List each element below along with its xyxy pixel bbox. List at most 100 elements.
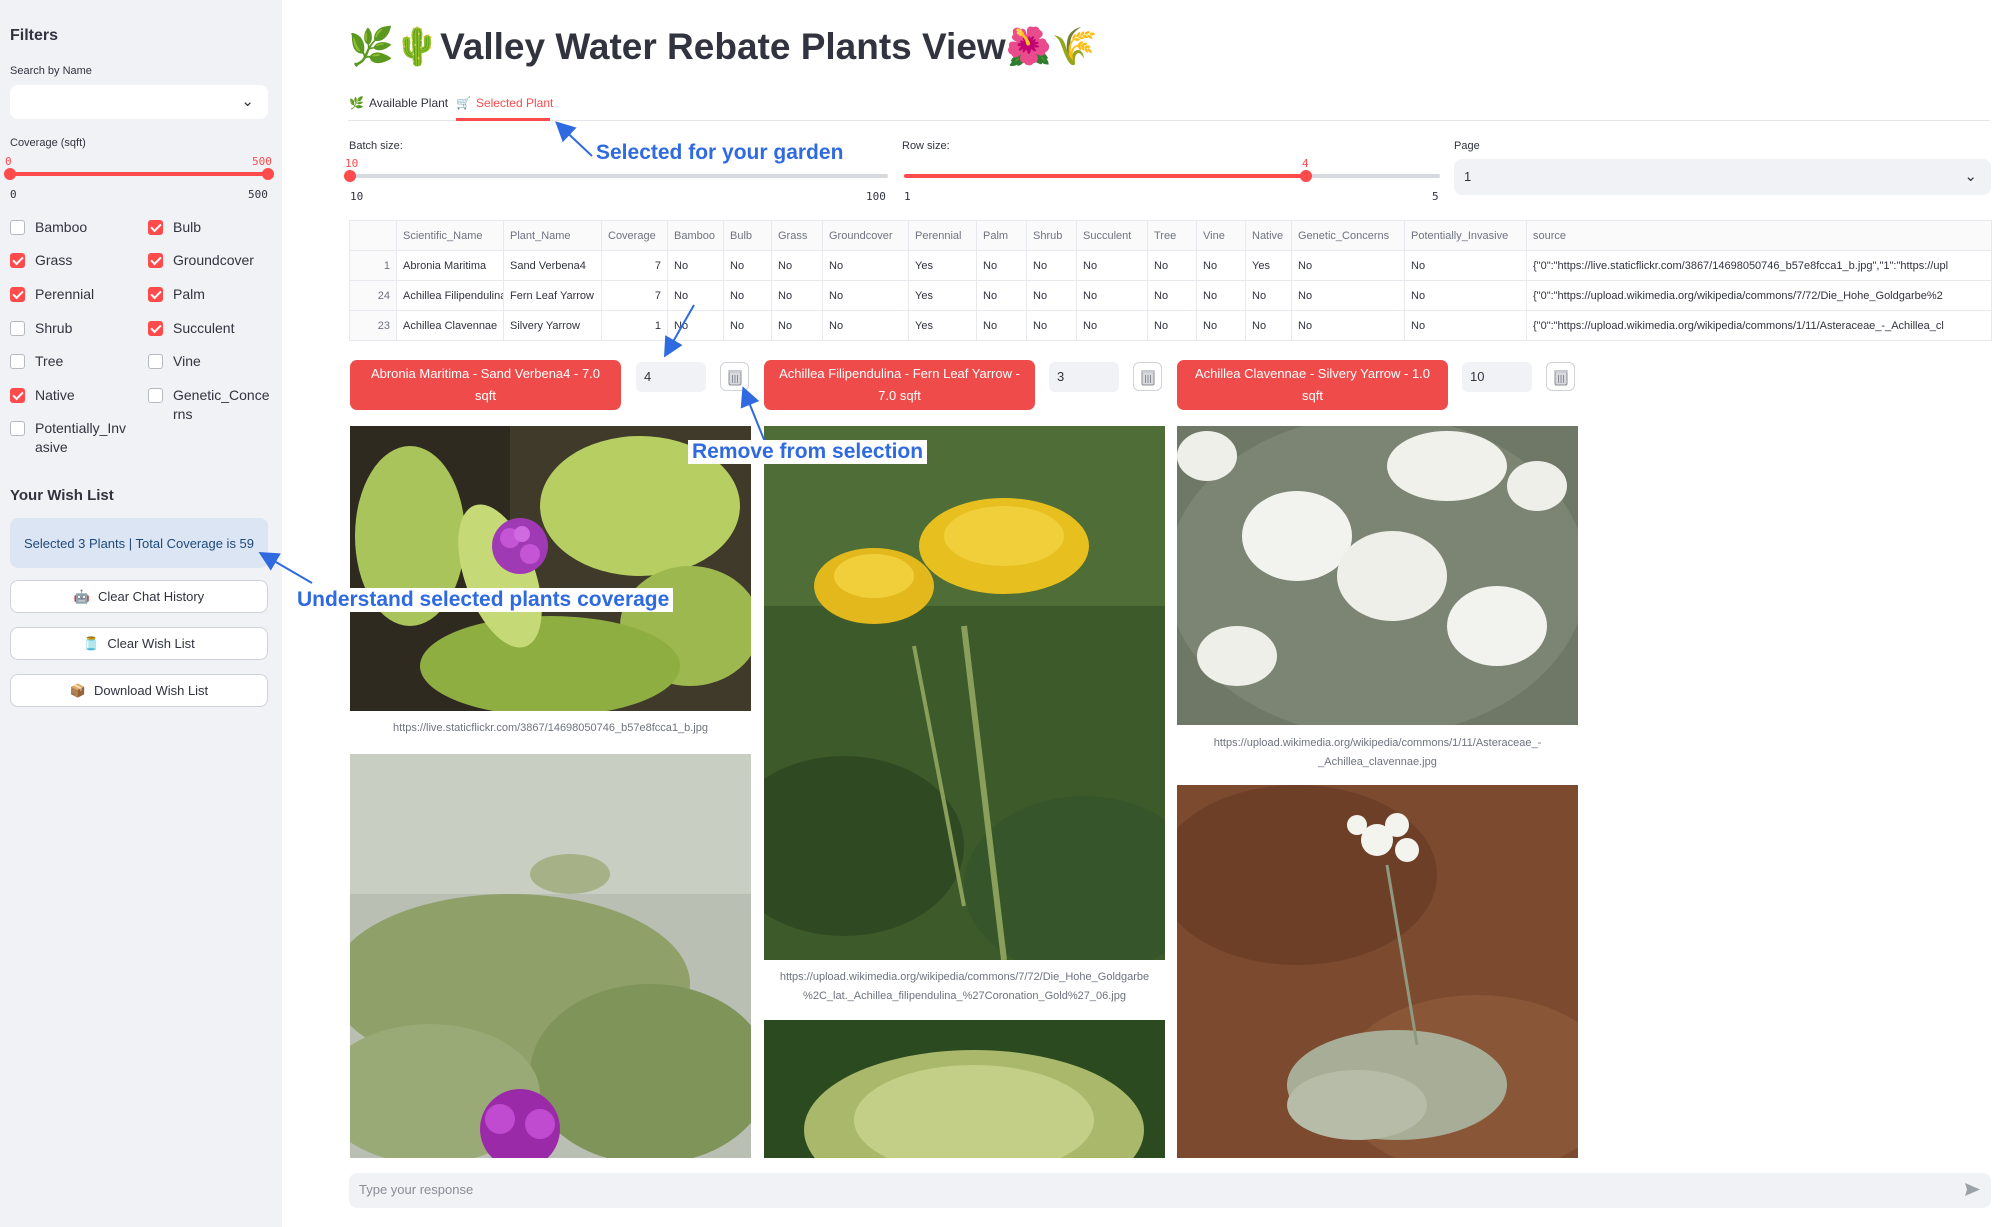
search-select[interactable]: ⌄	[10, 85, 268, 119]
table-cell: No	[723, 250, 772, 281]
column-header[interactable]: Scientific_Name	[396, 220, 504, 251]
table-cell: No	[723, 310, 772, 341]
column-header[interactable]: Succulent	[1076, 220, 1148, 251]
quantity-input[interactable]: 3	[1049, 362, 1119, 392]
table-cell: No	[976, 310, 1027, 341]
coverage-high-value: 500	[252, 155, 272, 168]
checkbox-perennial[interactable]: Perennial	[10, 285, 94, 304]
column-header[interactable]: Tree	[1147, 220, 1197, 251]
checkbox-tree[interactable]: Tree	[10, 352, 63, 371]
tab-available-plant[interactable]: 🌿 Available Plant	[349, 96, 448, 110]
table-cell: 1	[601, 310, 668, 341]
checkbox-label: Native	[35, 387, 75, 403]
checkbox-bamboo[interactable]: Bamboo	[10, 218, 87, 237]
table-cell: No	[771, 280, 823, 311]
table-cell: Yes	[908, 250, 977, 281]
column-header[interactable]: Vine	[1196, 220, 1246, 251]
table-row[interactable]: 23 Achillea Clavennae Silvery Yarrow 1 No No N…	[349, 310, 1992, 341]
coverage-slider-min-handle[interactable]	[4, 168, 16, 180]
table-cell: Fern Leaf Yarrow	[503, 280, 602, 311]
column-header[interactable]: Perennial	[908, 220, 977, 251]
quantity-input[interactable]: 10	[1462, 362, 1532, 392]
clear-chat-history-button[interactable]: 🤖 Clear Chat History	[10, 580, 268, 613]
tab-selected-plant[interactable]: 🛒 Selected Plant	[456, 96, 553, 110]
column-header[interactable]: Palm	[976, 220, 1027, 251]
column-header[interactable]	[349, 220, 397, 251]
trash-icon[interactable]	[720, 362, 749, 391]
column-header[interactable]: source	[1526, 220, 1992, 251]
checkbox-shrub[interactable]: Shrub	[10, 319, 72, 338]
checkbox-succulent[interactable]: Succulent	[148, 319, 234, 338]
checkbox-label: Bamboo	[35, 219, 88, 235]
coverage-low-value: 0	[5, 155, 12, 168]
row-index: 24	[349, 280, 397, 311]
checkbox-checked-icon[interactable]	[10, 287, 25, 302]
row-size-value: 4	[1302, 157, 1309, 170]
plant-image-sand-verbena-2	[350, 754, 751, 1158]
page-select[interactable]: 1 ⌄	[1454, 159, 1991, 195]
checkbox-unchecked-icon[interactable]	[10, 321, 25, 336]
selection-button-achillea-clavennae[interactable]: Achillea Clavennae - Silvery Yarrow - 1.…	[1177, 360, 1448, 410]
column-header[interactable]: Grass	[771, 220, 823, 251]
column-header[interactable]: Plant_Name	[503, 220, 602, 251]
checkbox-unchecked-icon[interactable]	[148, 354, 163, 369]
robot-icon: 🤖	[73, 588, 90, 604]
column-header[interactable]: Groundcover	[822, 220, 909, 251]
column-header[interactable]: Bamboo	[667, 220, 724, 251]
checkbox-label: Shrub	[35, 320, 73, 336]
checkbox-native[interactable]: Native	[10, 386, 75, 405]
selected-plants-table[interactable]: Scientific_Name Plant_Name Coverage Bamboo B…	[349, 220, 1992, 341]
quantity-input[interactable]: 4	[636, 362, 706, 392]
checkbox-palm[interactable]: Palm	[148, 285, 205, 304]
checkbox-unchecked-icon[interactable]	[10, 354, 25, 369]
chat-input[interactable]: Type your response	[359, 1182, 473, 1197]
table-cell: No	[667, 250, 724, 281]
checkbox-checked-icon[interactable]	[10, 253, 25, 268]
checkbox-genetic-concerns[interactable]: Genetic_Conce rns	[148, 386, 270, 424]
checkbox-checked-icon[interactable]	[148, 321, 163, 336]
table-row[interactable]: 1 Abronia Maritima Sand Verbena4 7 No No No No Y…	[349, 250, 1992, 281]
herb-icon: 🌿	[349, 96, 364, 110]
table-cell: No	[1026, 250, 1077, 281]
column-header[interactable]: Potentially_Invasive	[1404, 220, 1527, 251]
download-wish-list-button[interactable]: 📦 Download Wish List	[10, 674, 268, 707]
checkbox-checked-icon[interactable]	[148, 220, 163, 235]
row-size-handle[interactable]	[1300, 170, 1312, 182]
selection-button-abronia[interactable]: Abronia Maritima - Sand Verbena4 - 7.0 s…	[350, 360, 621, 410]
checkbox-vine[interactable]: Vine	[148, 352, 201, 371]
send-icon[interactable]	[1964, 1182, 1981, 1202]
column-header[interactable]: Coverage	[601, 220, 668, 251]
checkbox-unchecked-icon[interactable]	[10, 220, 25, 235]
checkbox-unchecked-icon[interactable]	[148, 388, 163, 403]
plant-image-silvery-yarrow	[1177, 426, 1578, 725]
checkbox-unchecked-icon[interactable]	[10, 421, 25, 436]
checkbox-checked-icon[interactable]	[148, 287, 163, 302]
table-cell: No	[771, 310, 823, 341]
clear-wish-list-button[interactable]: 🫙 Clear Wish List	[10, 627, 268, 660]
table-row[interactable]: 24 Achillea Filipendulina Fern Leaf Yarrow…	[349, 280, 1992, 311]
checkbox-checked-icon[interactable]	[10, 388, 25, 403]
table-cell: Abronia Maritima	[396, 250, 504, 281]
checkbox-potentially-invasive[interactable]: Potentially_Inv asive	[10, 419, 126, 457]
image-caption: https://live.staticflickr.com/3867/14698…	[393, 722, 708, 734]
checkbox-bulb[interactable]: Bulb	[148, 218, 201, 237]
selection-button-achillea-filipendulina[interactable]: Achillea Filipendulina - Fern Leaf Yarro…	[764, 360, 1035, 410]
trash-icon[interactable]	[1133, 362, 1162, 391]
row-size-max: 5	[1432, 190, 1439, 203]
table-cell: No	[1026, 310, 1077, 341]
column-header[interactable]: Shrub	[1026, 220, 1077, 251]
batch-size-handle[interactable]	[344, 170, 356, 182]
column-header[interactable]: Bulb	[723, 220, 772, 251]
chat-input-bar[interactable]: Type your response	[349, 1173, 1991, 1208]
plant-image-sand-verbena	[350, 426, 751, 711]
coverage-slider-max-handle[interactable]	[262, 168, 274, 180]
checkbox-checked-icon[interactable]	[148, 253, 163, 268]
table-cell: Yes	[908, 280, 977, 311]
checkbox-groundcover[interactable]: Groundcover	[148, 251, 254, 270]
column-header[interactable]: Genetic_Concerns	[1291, 220, 1405, 251]
table-cell: No	[1147, 250, 1197, 281]
trash-icon[interactable]	[1546, 362, 1575, 391]
checkbox-grass[interactable]: Grass	[10, 251, 72, 270]
column-header[interactable]: Native	[1245, 220, 1292, 251]
image-caption: https://upload.wikimedia.org/wikipedia/c…	[1213, 737, 1542, 768]
